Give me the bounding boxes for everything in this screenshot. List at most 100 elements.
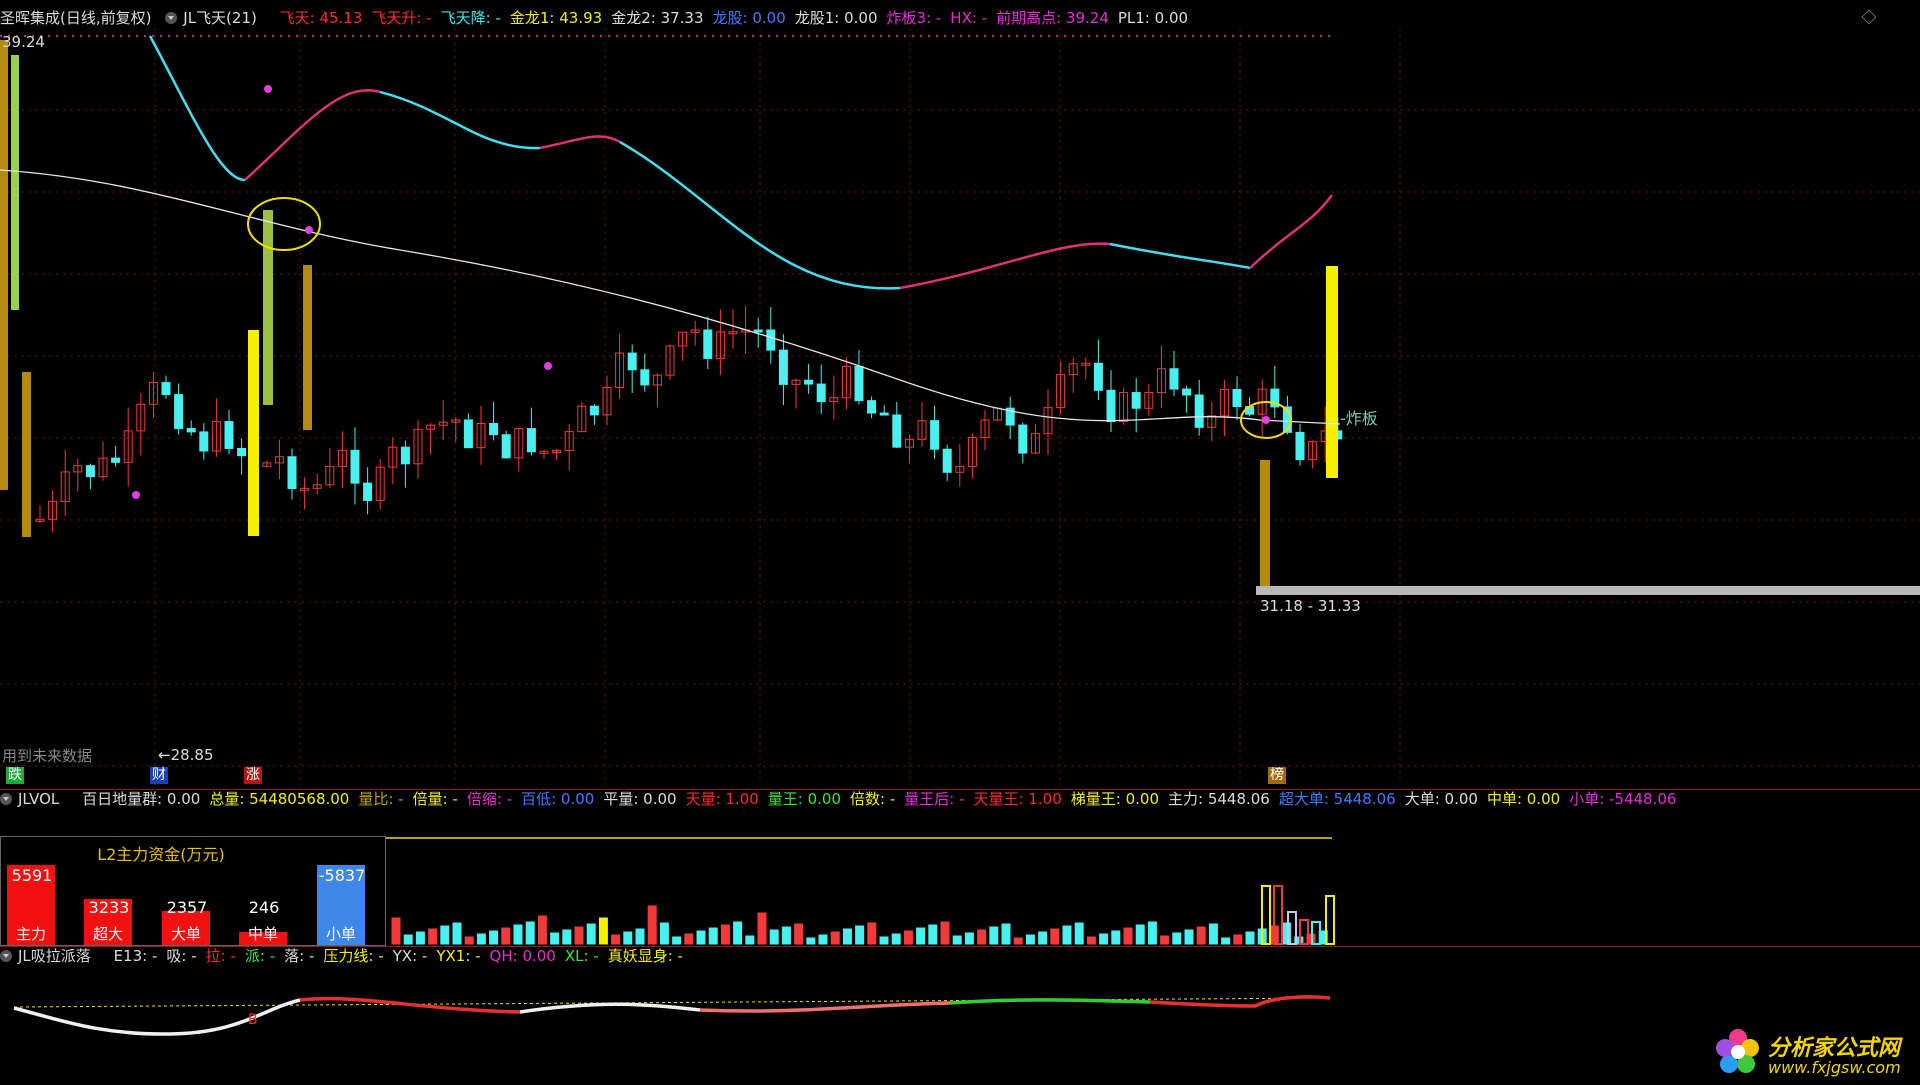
volume-bar xyxy=(391,917,401,945)
volume-bar xyxy=(977,929,987,945)
range-label: 31.18 - 31.33 xyxy=(1260,597,1361,615)
signal-bar xyxy=(248,330,259,536)
signal-bar xyxy=(1326,266,1338,478)
l2-column-1: 3233 超大 xyxy=(84,845,132,945)
volume-bar xyxy=(586,923,596,945)
candle-body xyxy=(463,419,473,449)
candle-body xyxy=(930,420,940,450)
candle-body xyxy=(1131,392,1141,409)
volume-bar xyxy=(989,926,999,945)
trend-line xyxy=(539,135,621,150)
volume-bar xyxy=(708,927,718,945)
volume-bar xyxy=(415,931,425,945)
candle-body xyxy=(867,400,877,414)
candle-body xyxy=(942,448,952,473)
trend-line xyxy=(379,90,541,150)
volume-bar xyxy=(818,934,828,945)
signal-dot xyxy=(132,491,140,499)
trend-line xyxy=(899,242,1111,290)
l2-column-2: 2357 大单 xyxy=(162,845,210,945)
volume-bar xyxy=(635,928,645,945)
candle-body xyxy=(640,369,650,386)
l2-label: 大单 xyxy=(170,925,201,943)
volume-bar xyxy=(720,924,730,945)
signal-bar xyxy=(22,372,31,537)
site-logo: 分析家公式网 www.fxjgsw.com xyxy=(1712,1024,1912,1082)
candle-body xyxy=(703,329,713,359)
candle-body xyxy=(1295,431,1305,461)
candle-body xyxy=(753,329,763,333)
volume-bar xyxy=(501,927,511,945)
candle-body xyxy=(111,457,121,463)
volume-bar xyxy=(940,921,950,945)
trend-line xyxy=(1249,194,1334,269)
candle-body xyxy=(1232,388,1242,408)
candle-body xyxy=(1093,362,1103,391)
candle-body xyxy=(627,352,637,371)
zhaban-label: -炸板 xyxy=(1340,409,1378,428)
volume-bar xyxy=(1160,935,1170,945)
candle-body xyxy=(400,446,410,465)
volume-bar xyxy=(452,922,462,945)
volume-bar xyxy=(489,930,499,945)
volume-bar xyxy=(769,929,779,945)
volume-bar xyxy=(1233,934,1243,945)
trend-line xyxy=(148,35,246,182)
marker-zhang: 涨 xyxy=(244,767,262,784)
signal-dot xyxy=(264,85,272,93)
marker-die: 跌 xyxy=(6,767,24,784)
candle-body xyxy=(1194,394,1204,428)
volume-bar xyxy=(562,929,572,945)
logo-url: www.fxjgsw.com xyxy=(1768,1058,1901,1077)
osc-line xyxy=(519,1002,701,1014)
volume-bar xyxy=(1001,923,1011,945)
volume-bar xyxy=(842,928,852,945)
l2-column-3: 246 中单 xyxy=(239,845,287,945)
volume-bar xyxy=(916,927,926,945)
volume-bar xyxy=(794,923,804,945)
candle-body xyxy=(174,394,184,430)
highlight-circle xyxy=(247,197,321,251)
signal-dot xyxy=(1262,416,1270,424)
volume-bar xyxy=(428,928,438,945)
signal-bar xyxy=(0,40,8,490)
volume-bar xyxy=(476,933,486,945)
volume-bar xyxy=(867,922,877,945)
volume-bar xyxy=(1025,934,1035,945)
l2-label: 主力 xyxy=(15,925,46,943)
candle-body xyxy=(501,434,511,459)
l2-value: 5591 xyxy=(11,866,53,885)
volume-bar xyxy=(757,912,767,945)
candle-body xyxy=(804,379,814,385)
volume-bar xyxy=(672,936,682,945)
volume-bar xyxy=(1013,937,1023,945)
volume-bar xyxy=(855,925,865,945)
price-low-label: ←28.85 xyxy=(158,746,214,764)
volume-bar xyxy=(1208,923,1218,945)
l2-label: 小单 xyxy=(325,925,356,943)
volume-bar xyxy=(952,935,962,945)
volume-bar xyxy=(1062,925,1072,945)
signal-bar xyxy=(1260,460,1270,588)
marker-cai: 财 xyxy=(150,767,168,784)
candle-body xyxy=(816,383,826,403)
volume-bar xyxy=(550,932,560,945)
l2-label: 中单 xyxy=(247,925,278,943)
l2-capital-panel: L2主力资金(万元) 5591 主力 3233 超大 2357 大单 246 中单 -5837 小… xyxy=(0,836,386,946)
volume-bar xyxy=(1038,931,1048,945)
volume-bar xyxy=(1184,929,1194,945)
volume-bar xyxy=(1086,936,1096,945)
volume-bar xyxy=(830,931,840,945)
flower-logo-icon xyxy=(1716,1029,1759,1073)
volume-bar xyxy=(1074,922,1084,945)
l2-value: -5837 xyxy=(318,866,366,885)
volume-bar xyxy=(623,931,633,945)
candle-body xyxy=(526,428,536,453)
volume-bar xyxy=(964,932,974,945)
volume-bar xyxy=(574,926,584,945)
signal-dot xyxy=(544,362,552,370)
volume-bar xyxy=(513,924,523,945)
l2-label: 超大 xyxy=(92,925,123,943)
candle-body xyxy=(489,422,499,436)
price-high-label: 39.24 xyxy=(2,33,45,51)
